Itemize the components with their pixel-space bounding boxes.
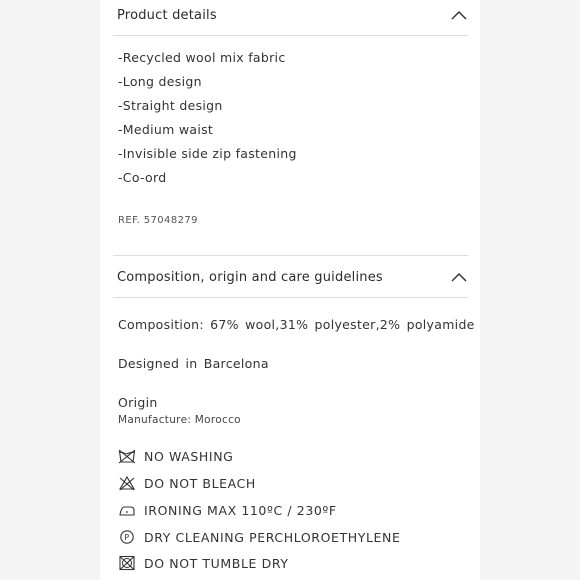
care-item-dry-cleaning: P DRY CLEANING PERCHLOROETHYLENE <box>118 527 401 547</box>
detail-item: -Invisible side zip fastening <box>118 146 297 161</box>
composition-header[interactable]: Composition, origin and care guidelines <box>117 257 468 297</box>
origin-label: Origin <box>118 395 158 410</box>
care-item-no-washing: NO WASHING <box>118 446 233 466</box>
manufacture-origin: Manufacture: Morocco <box>118 414 241 426</box>
detail-item: -Straight design <box>118 98 223 113</box>
divider <box>113 35 468 36</box>
product-info-panel: Product details -Recycled wool mix fabri… <box>100 0 480 580</box>
do-not-tumble-dry-icon <box>119 555 135 571</box>
care-label: NO WASHING <box>144 448 234 464</box>
divider <box>113 297 468 298</box>
reference-number: REF. 57048279 <box>118 215 198 226</box>
detail-item: -Co-ord <box>118 170 167 185</box>
detail-item: -Long design <box>118 74 202 89</box>
no-washing-icon <box>118 449 136 464</box>
care-label: IRONING MAX 110ºC / 230ºF <box>144 502 337 518</box>
care-label: DRY CLEANING PERCHLOROETHYLENE <box>144 529 401 545</box>
care-label: DO NOT BLEACH <box>144 475 256 491</box>
iron-icon <box>119 506 135 516</box>
product-details-title: Product details <box>117 7 217 23</box>
composition-title: Composition, origin and care guidelines <box>117 269 383 285</box>
care-item-do-not-bleach: DO NOT BLEACH <box>118 473 256 493</box>
chevron-up-icon <box>451 273 467 282</box>
designed-in: Designed in Barcelona <box>118 356 269 371</box>
care-label: DO NOT TUMBLE DRY <box>144 555 289 571</box>
svg-text:P: P <box>124 533 129 542</box>
do-not-bleach-icon <box>119 475 135 491</box>
composition-text: Composition: 67% wool,31% polyester,2% p… <box>118 317 475 332</box>
care-item-do-not-tumble-dry: DO NOT TUMBLE DRY <box>118 553 289 573</box>
divider <box>113 255 468 256</box>
detail-item: -Medium waist <box>118 122 214 137</box>
dry-cleaning-icon: P <box>120 530 134 544</box>
detail-item: -Recycled wool mix fabric <box>118 50 286 65</box>
care-item-ironing: IRONING MAX 110ºC / 230ºF <box>118 500 337 520</box>
product-details-header[interactable]: Product details <box>117 0 468 35</box>
chevron-up-icon <box>451 11 467 20</box>
